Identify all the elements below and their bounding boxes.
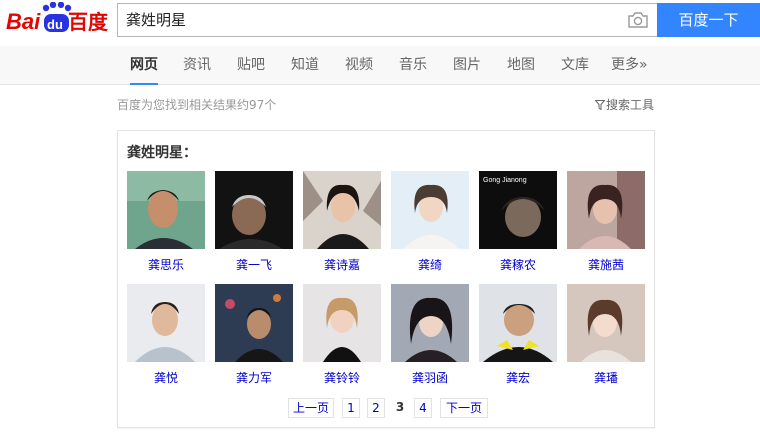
svg-text:Bai: Bai <box>6 9 41 34</box>
person-photo[interactable] <box>215 171 293 249</box>
person-item[interactable]: 龚悦 <box>127 284 205 385</box>
person-item[interactable]: 龚诗嘉 <box>303 171 381 272</box>
tab-music[interactable]: 音乐 <box>399 46 427 85</box>
person-item[interactable]: 龚一飞 <box>215 171 293 272</box>
person-name[interactable]: 龚铃铃 <box>303 371 381 385</box>
baidu-logo[interactable]: Bai du 百度 <box>6 1 110 36</box>
person-name[interactable]: 龚思乐 <box>127 258 205 272</box>
person-item[interactable]: Gong Jianong 龚稼农 <box>479 171 557 272</box>
prev-page-button[interactable]: 上一页 <box>288 398 334 418</box>
svg-text:Gong Jianong: Gong Jianong <box>483 177 527 184</box>
person-photo[interactable] <box>215 284 293 362</box>
page-1-button[interactable]: 1 <box>342 398 360 418</box>
person-name[interactable]: 龚绮 <box>391 258 469 272</box>
person-photo[interactable] <box>303 171 381 249</box>
search-tools-label: 搜索工具 <box>605 98 654 112</box>
search-box <box>117 3 658 37</box>
tab-more[interactable]: 更多» <box>611 46 648 85</box>
person-item[interactable]: 龚绮 <box>391 171 469 272</box>
page-2-button[interactable]: 2 <box>367 398 385 418</box>
tab-map[interactable]: 地图 <box>507 46 535 85</box>
tab-zhidao[interactable]: 知道 <box>291 46 319 85</box>
result-count: 百度为您找到相关结果约97个 <box>117 98 277 112</box>
tab-images[interactable]: 图片 <box>453 46 481 85</box>
person-item[interactable]: 龚铃铃 <box>303 284 381 385</box>
tab-video[interactable]: 视频 <box>345 46 373 85</box>
person-photo[interactable] <box>479 284 557 362</box>
camera-icon[interactable] <box>628 12 648 28</box>
page-4-button[interactable]: 4 <box>414 398 432 418</box>
current-page: 3 <box>392 398 408 418</box>
search-tools-button[interactable]: 搜索工具 <box>594 97 654 113</box>
person-photo[interactable] <box>391 171 469 249</box>
person-photo[interactable] <box>567 284 645 362</box>
tab-web[interactable]: 网页 <box>130 46 158 85</box>
person-photo[interactable] <box>303 284 381 362</box>
person-name[interactable]: 龚宏 <box>479 371 557 385</box>
svg-text:du: du <box>47 17 63 32</box>
paw-icon: du <box>42 1 72 32</box>
person-name[interactable]: 龚力军 <box>215 371 293 385</box>
person-name[interactable]: 龚诗嘉 <box>303 258 381 272</box>
person-name[interactable]: 龚稼农 <box>479 258 557 272</box>
tab-wenku[interactable]: 文库 <box>561 46 589 85</box>
tab-news[interactable]: 资讯 <box>183 46 211 85</box>
person-photo[interactable]: Gong Jianong <box>479 171 557 249</box>
person-photo[interactable] <box>127 284 205 362</box>
person-item[interactable]: 龚璠 <box>567 284 645 385</box>
person-name[interactable]: 龚羽函 <box>391 371 469 385</box>
celebrity-card: 龚姓明星： 龚思乐 龚一飞 龚诗嘉 龚绮 Gong Jianong 龚稼农 龚施… <box>117 130 655 428</box>
person-item[interactable]: 龚宏 <box>479 284 557 385</box>
person-photo[interactable] <box>391 284 469 362</box>
person-name[interactable]: 龚施茜 <box>567 258 645 272</box>
search-input[interactable] <box>126 4 616 36</box>
person-item[interactable]: 龚羽函 <box>391 284 469 385</box>
svg-text:百度: 百度 <box>68 10 109 34</box>
person-item[interactable]: 龚力军 <box>215 284 293 385</box>
tab-tieba[interactable]: 贴吧 <box>237 46 265 85</box>
card-title: 龚姓明星： <box>127 145 197 161</box>
person-photo[interactable] <box>567 171 645 249</box>
nav-tabs: 网页 资讯 贴吧 知道 视频 音乐 图片 地图 文库 更多» <box>0 46 760 85</box>
person-name[interactable]: 龚一飞 <box>215 258 293 272</box>
person-name[interactable]: 龚悦 <box>127 371 205 385</box>
person-name[interactable]: 龚璠 <box>567 371 645 385</box>
person-item[interactable]: 龚施茜 <box>567 171 645 272</box>
person-photo[interactable] <box>127 171 205 249</box>
funnel-icon <box>594 100 605 110</box>
next-page-button[interactable]: 下一页 <box>440 398 488 418</box>
search-button[interactable]: 百度一下 <box>657 3 760 37</box>
person-item[interactable]: 龚思乐 <box>127 171 205 272</box>
